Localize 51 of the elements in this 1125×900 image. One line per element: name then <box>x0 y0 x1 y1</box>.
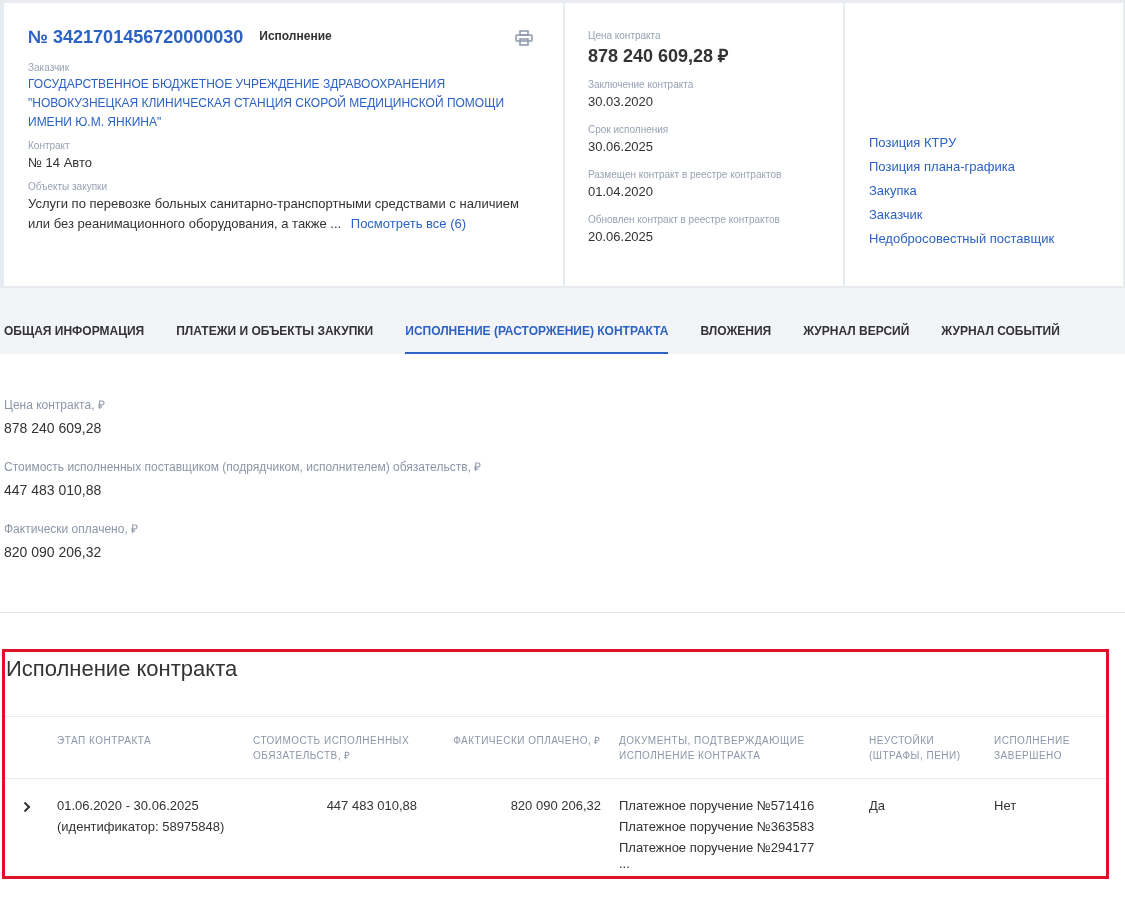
field-value: 30.03.2020 <box>588 93 655 111</box>
chevron-icon[interactable] <box>23 801 31 813</box>
tab[interactable]: ЖУРНАЛ СОБЫТИЙ <box>941 324 1060 354</box>
field-value: 447 483 010,88 <box>4 482 103 498</box>
field-label: Размещен контракт в реестре контрактов <box>588 169 783 180</box>
field-label: Срок исполнения <box>588 124 670 135</box>
column-header: СТОИМОСТЬ ИСПОЛНЕННЫХ ОБЯЗАТЕЛЬСТВ, ₽ <box>253 734 411 763</box>
field-value: 878 240 609,28 <box>4 420 103 436</box>
field-label: Заказчик <box>28 62 71 73</box>
related-link[interactable]: Недобросовестный поставщик <box>869 231 1099 246</box>
column-header: НЕУСТОЙКИ (ШТРАФЫ, ПЕНИ) <box>869 733 962 763</box>
field-label: Стоимость исполненных поставщиком (подрядчиком, исполнителем) обязательств, ₽ <box>4 459 483 475</box>
table-cell-text: 820 090 206,32 <box>509 797 602 815</box>
field-label: Обновлен контракт в реестре контрактов <box>588 214 781 225</box>
contract-price: 878 240 609,28 ₽ <box>588 45 730 67</box>
column-header: ДОКУМЕНТЫ, ПОДТВЕРЖДАЮЩИЕ ИСПОЛНЕНИЕ КОНТРАКТА <box>619 734 806 763</box>
tab[interactable]: ОБЩАЯ ИНФОРМАЦИЯ <box>4 324 145 354</box>
related-link[interactable]: Позиция плана-графика <box>869 159 1099 174</box>
field-value: 20.06.2025 <box>588 228 655 246</box>
table-cell-text: 01.06.2020 - 30.06.2025 (идентификатор: 58975848) <box>57 797 226 836</box>
field-value: 30.06.2025 <box>588 138 655 156</box>
table-cell-text: Платежное поручение №571416 Платежное поручение №363583 Платежное поручение №294177 ... <box>619 797 816 870</box>
related-link[interactable]: Закупка <box>869 183 1099 198</box>
field-label: Контракт <box>28 140 71 151</box>
printer-icon[interactable] <box>515 29 533 46</box>
table-cell-text: Да <box>869 797 887 815</box>
field-value: 820 090 206,32 <box>4 544 103 560</box>
tab[interactable]: ИСПОЛНЕНИЕ (РАСТОРЖЕНИЕ) КОНТРАКТА <box>405 324 669 354</box>
table-cell-text: Нет <box>994 797 1018 815</box>
field-label: Цена контракта, ₽ <box>4 397 106 413</box>
contract-number[interactable]: № 3421701456720000030 <box>28 27 244 48</box>
field-label: Цена контракта <box>588 30 662 41</box>
field-value: 01.04.2020 <box>588 183 655 201</box>
field-label: Заключение контракта <box>588 79 695 90</box>
tab[interactable]: ВЛОЖЕНИЯ <box>700 324 772 354</box>
column-header: ЭТАП КОНТРАКТА <box>57 734 153 748</box>
column-header: ФАКТИЧЕСКИ ОПЛАЧЕНО, ₽ <box>452 734 602 748</box>
section-title: Исполнение контракта <box>5 652 1106 717</box>
field-value: Услуги по перевозке больных санитарно-транспортными средствами с наличием или без реанимационного оборудования, а также ... Посмотреть все (6) <box>28 195 520 233</box>
column-header: ИСПОЛНЕНИЕ ЗАВЕРШЕНО <box>994 734 1071 763</box>
related-link[interactable]: Заказчик <box>869 207 1099 222</box>
contract-status: Исполнение <box>259 28 332 43</box>
field-label: Фактически оплачено, ₽ <box>4 521 140 537</box>
customer-link[interactable]: ГОСУДАРСТВЕННОЕ БЮДЖЕТНОЕ УЧРЕЖДЕНИЕ ЗДРАВООХРАНЕНИЯ "НОВОКУЗНЕЦКАЯ КЛИНИЧЕСКАЯ СТАНЦИЯ СКОРОЙ МЕДИЦИНСКОЙ ПОМОЩИ ИМЕНИ Ю.М. ЯНКИНА" <box>28 75 539 132</box>
tab[interactable]: ЖУРНАЛ ВЕРСИЙ <box>803 324 910 354</box>
field-label: Объекты закупки <box>28 181 109 192</box>
view-all-link[interactable]: Посмотреть все (6) <box>350 216 467 231</box>
field-value: № 14 Авто <box>28 154 93 172</box>
tab[interactable]: ПЛАТЕЖИ И ОБЪЕКТЫ ЗАКУПКИ <box>176 324 374 354</box>
related-link[interactable]: Позиция КТРУ <box>869 135 1099 150</box>
table-cell-text: 447 483 010,88 <box>325 797 418 815</box>
